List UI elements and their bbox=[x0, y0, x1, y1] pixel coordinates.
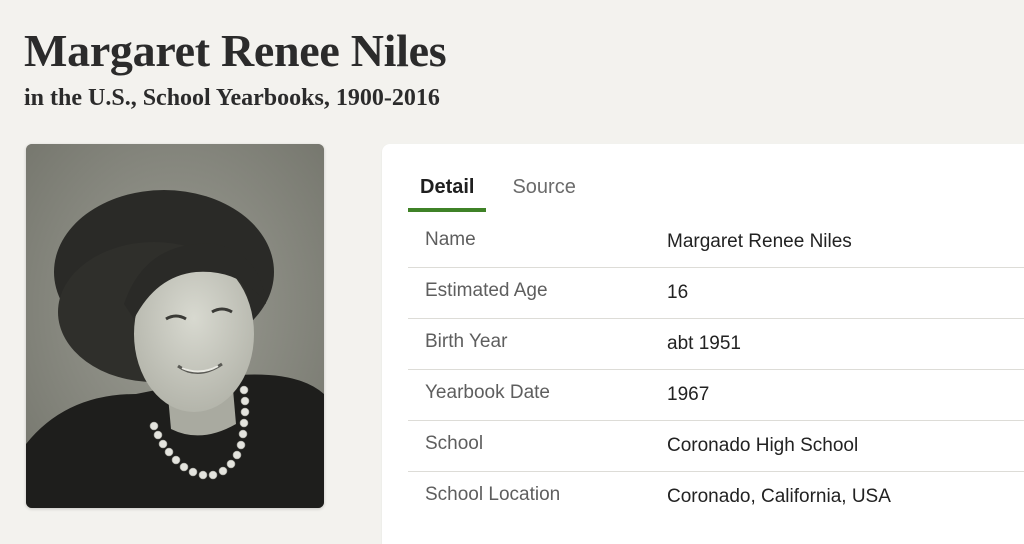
detail-value: abt 1951 bbox=[667, 333, 741, 354]
detail-row-yearbook-date: Yearbook Date 1967 bbox=[408, 369, 1024, 420]
detail-value: 16 bbox=[667, 282, 689, 303]
detail-row-school: School Coronado High School bbox=[408, 420, 1024, 471]
tab-source[interactable]: Source bbox=[500, 170, 587, 206]
record-tabs: Detail Source bbox=[408, 170, 588, 212]
detail-row-estimated-age: Estimated Age 16 bbox=[408, 267, 1024, 318]
portrait-image bbox=[26, 144, 324, 508]
detail-label: Yearbook Date bbox=[425, 382, 551, 403]
page-title: Margaret Renee Niles bbox=[24, 25, 447, 76]
detail-value: Coronado, California, USA bbox=[667, 486, 891, 507]
detail-label: Name bbox=[425, 228, 476, 250]
tab-detail[interactable]: Detail bbox=[408, 170, 487, 212]
detail-label: School bbox=[425, 433, 484, 454]
detail-value: 1967 bbox=[667, 384, 710, 405]
detail-table: Name Margaret Renee Niles Estimated Age … bbox=[408, 216, 1024, 522]
detail-label: Birth Year bbox=[425, 331, 508, 352]
detail-row-school-location: School Location Coronado, California, US… bbox=[408, 471, 1024, 522]
detail-row-name: Name Margaret Renee Niles bbox=[408, 216, 1024, 267]
detail-value: Coronado High School bbox=[667, 435, 859, 456]
yearbook-photo[interactable] bbox=[26, 144, 324, 508]
detail-value: Margaret Renee Niles bbox=[667, 230, 852, 252]
collection-subtitle: in the U.S., School Yearbooks, 1900-2016 bbox=[24, 85, 440, 111]
record-detail-panel: Detail Source Name Margaret Renee Niles … bbox=[382, 144, 1024, 544]
detail-label: Estimated Age bbox=[425, 280, 548, 301]
detail-label: School Location bbox=[425, 484, 561, 505]
detail-row-birth-year: Birth Year abt 1951 bbox=[408, 318, 1024, 369]
